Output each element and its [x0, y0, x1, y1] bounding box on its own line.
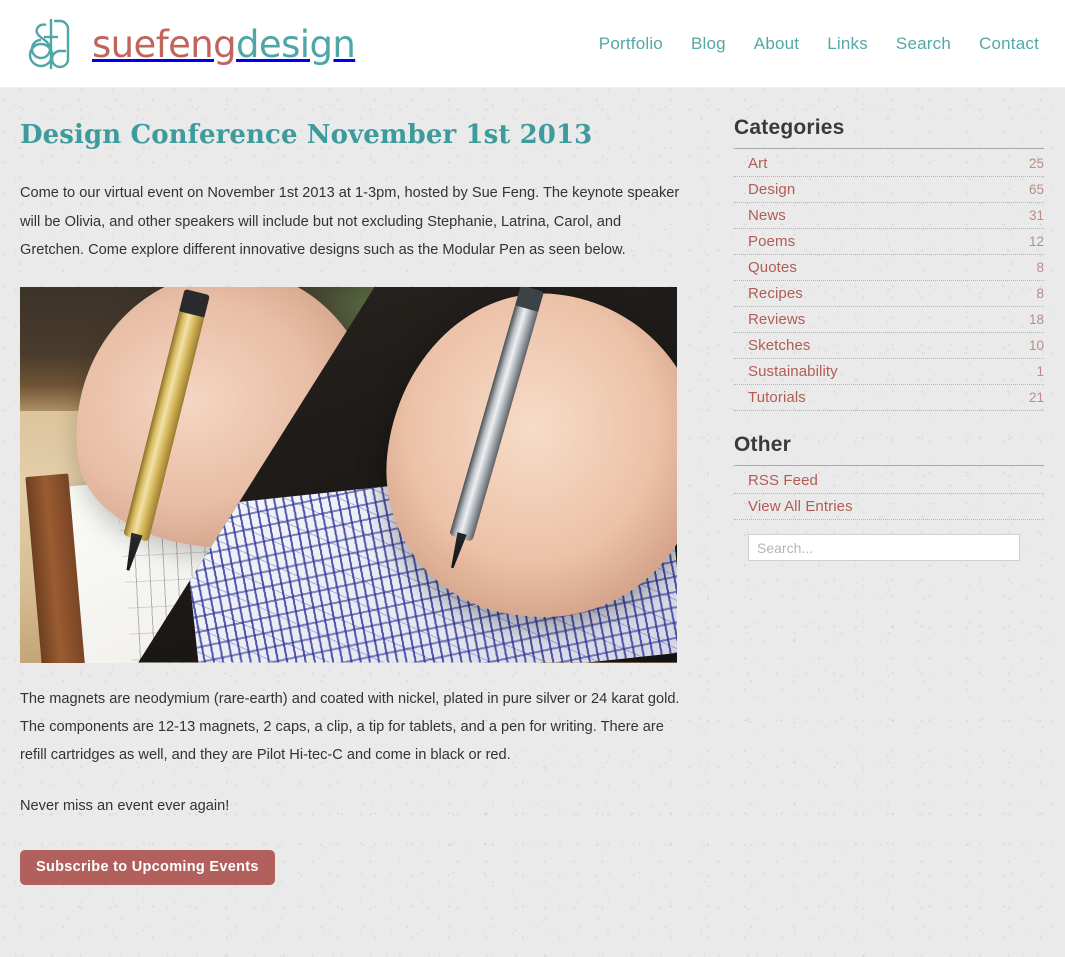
category-count-design: 65: [1028, 182, 1044, 197]
category-link-tutorials[interactable]: Tutorials: [748, 389, 806, 406]
category-count-news: 31: [1028, 208, 1044, 223]
category-count-recipes: 8: [1036, 286, 1044, 301]
category-link-quotes[interactable]: Quotes: [748, 259, 797, 276]
category-link-design[interactable]: Design: [748, 181, 795, 198]
category-count-quotes: 8: [1036, 260, 1044, 275]
nav-item-about[interactable]: About: [754, 34, 799, 54]
nav-item-links[interactable]: Links: [827, 34, 868, 54]
list-item[interactable]: Art 25: [734, 151, 1044, 177]
brand-logo-link[interactable]: suefengdesign: [20, 13, 356, 75]
subscribe-button[interactable]: Subscribe to Upcoming Events: [20, 850, 275, 886]
nav-item-blog[interactable]: Blog: [691, 34, 726, 54]
nav-item-contact[interactable]: Contact: [979, 34, 1039, 54]
main-navigation: Portfolio Blog About Links Search Contac…: [599, 34, 1043, 54]
list-item[interactable]: Quotes 8: [734, 255, 1044, 281]
page-body: Design Conference November 1st 2013 Come…: [0, 88, 1065, 886]
post-image: [20, 286, 677, 663]
category-count-art: 25: [1028, 156, 1044, 171]
category-link-reviews[interactable]: Reviews: [748, 311, 805, 328]
category-link-poems[interactable]: Poems: [748, 233, 795, 250]
other-heading: Other: [734, 433, 1044, 466]
search-input[interactable]: [748, 534, 1020, 561]
post-paragraph-2: The magnets are neodymium (rare-earth) a…: [20, 690, 680, 764]
category-count-poems: 12: [1028, 234, 1044, 249]
category-link-news[interactable]: News: [748, 207, 786, 224]
brand-wordmark: suefengdesign: [92, 22, 356, 66]
category-link-sketches[interactable]: Sketches: [748, 337, 811, 354]
wordmark-design: design: [236, 22, 356, 66]
categories-list: Art 25 Design 65 News 31 Poems 12 Quotes…: [734, 151, 1044, 411]
other-list: RSS Feed View All Entries: [734, 468, 1044, 520]
list-item[interactable]: Sketches 10: [734, 333, 1044, 359]
sfd-monogram-icon: [20, 13, 78, 75]
site-header: suefengdesign Portfolio Blog About Links…: [0, 0, 1065, 88]
other-link-view-all-entries[interactable]: View All Entries: [748, 498, 853, 515]
category-link-art[interactable]: Art: [748, 155, 767, 172]
page-title: Design Conference November 1st 2013: [20, 120, 593, 150]
modular-pen-photo: [20, 286, 677, 663]
nav-item-portfolio[interactable]: Portfolio: [599, 34, 663, 54]
list-item[interactable]: Design 65: [734, 177, 1044, 203]
category-count-sustainability: 1: [1036, 364, 1044, 379]
category-count-reviews: 18: [1028, 312, 1044, 327]
wordmark-suefeng: suefeng: [92, 22, 237, 66]
sidebar: Categories Art 25 Design 65 News 31 Poem…: [734, 88, 1044, 561]
nav-item-search[interactable]: Search: [896, 34, 951, 54]
list-item[interactable]: Tutorials 21: [734, 385, 1044, 411]
list-item[interactable]: View All Entries: [734, 494, 1044, 520]
category-count-tutorials: 21: [1028, 390, 1044, 405]
category-link-sustainability[interactable]: Sustainability: [748, 363, 838, 380]
categories-heading: Categories: [734, 116, 1044, 149]
post-paragraph-1: Come to our virtual event on November 1s…: [20, 185, 680, 259]
list-item[interactable]: RSS Feed: [734, 468, 1044, 494]
list-item[interactable]: Recipes 8: [734, 281, 1044, 307]
main-content: Design Conference November 1st 2013 Come…: [20, 88, 680, 886]
category-count-sketches: 10: [1028, 338, 1044, 353]
post-paragraph-3: Never miss an event ever again!: [20, 797, 230, 814]
list-item[interactable]: Poems 12: [734, 229, 1044, 255]
other-link-rss-feed[interactable]: RSS Feed: [748, 472, 818, 489]
list-item[interactable]: News 31: [734, 203, 1044, 229]
list-item[interactable]: Reviews 18: [734, 307, 1044, 333]
category-link-recipes[interactable]: Recipes: [748, 285, 803, 302]
list-item[interactable]: Sustainability 1: [734, 359, 1044, 385]
